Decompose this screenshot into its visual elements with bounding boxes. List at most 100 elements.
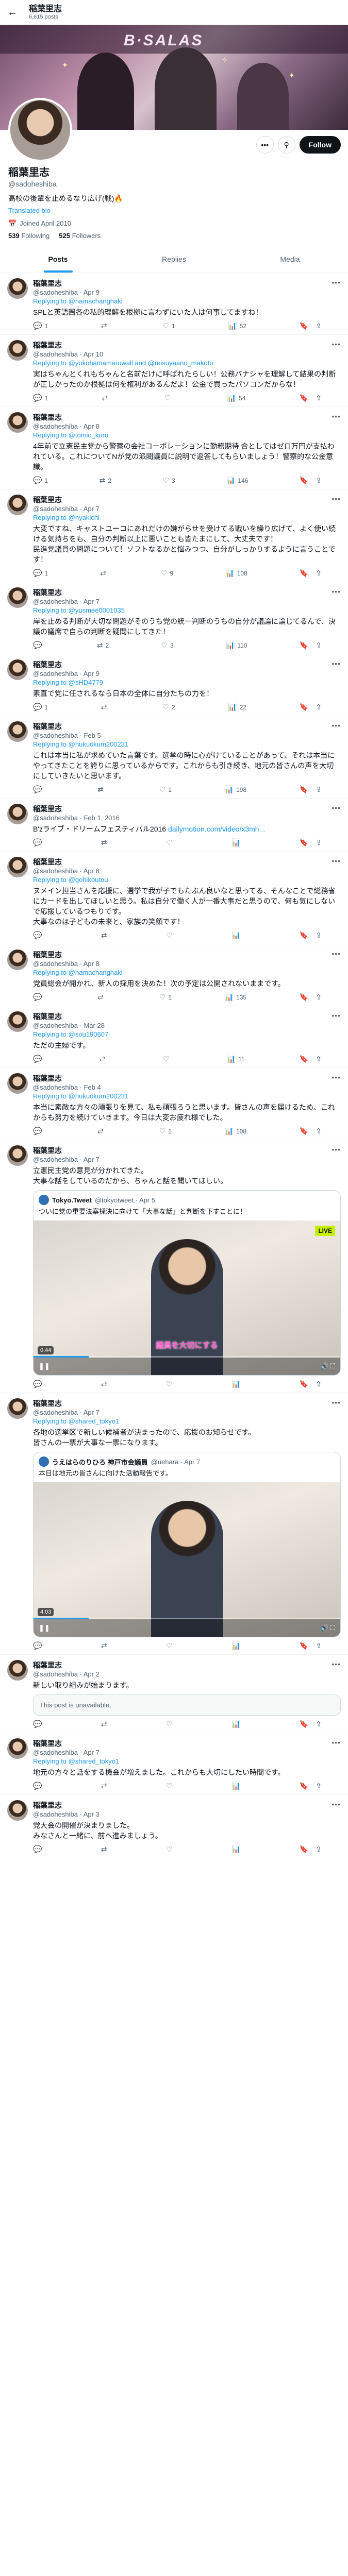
more-icon[interactable]: ••• [332, 1660, 341, 1678]
views-button[interactable]: 📊 [231, 1845, 243, 1854]
tweet[interactable]: 稲葉里志 @sadoheshiba · Apr 7 ••• Replying to @… [0, 489, 348, 582]
tweet[interactable]: 稲葉里志 @sadoheshiba · Apr 3 ••• 党大会の開催が決まりました… [0, 1795, 348, 1858]
share-icon[interactable]: ⇪ [316, 476, 322, 485]
more-icon[interactable]: ••• [332, 1738, 341, 1756]
bookmark-icon[interactable]: 🔖 [300, 394, 308, 402]
tweet-author-name[interactable]: 稲葉里志 [33, 1800, 100, 1810]
tweet[interactable]: 稲葉里志 @sadoheshiba · Apr 9 ••• Replying to @… [0, 273, 348, 335]
bookmark-icon[interactable]: 🔖 [300, 641, 308, 650]
tweet[interactable]: 稲葉里志 @sadoheshiba · Apr 7 ••• Replying to @… [0, 582, 348, 654]
replying-to-handle[interactable]: @hukuokum200231 [69, 740, 129, 748]
bookmark-icon[interactable]: 🔖 [300, 931, 308, 940]
share-icon[interactable]: ⇪ [316, 569, 322, 578]
like-button[interactable]: ♡ [166, 1641, 175, 1650]
tweet-author-name[interactable]: 稲葉里志 [33, 1145, 100, 1156]
avatar[interactable] [7, 412, 28, 433]
views-button[interactable]: 📊 [231, 838, 243, 847]
fullscreen-icon[interactable]: ⛶ [330, 1624, 335, 1632]
tweet[interactable]: 稲葉里志 @sadoheshiba · Apr 7 ••• Replying to @… [0, 1733, 348, 1795]
play-icon[interactable]: ❚❚ [39, 1362, 50, 1370]
retweet-button[interactable]: ⇄ [101, 931, 110, 940]
reply-button[interactable]: 💬 [33, 993, 44, 1002]
share-icon[interactable]: ⇪ [316, 1641, 322, 1650]
bookmark-icon[interactable]: 🔖 [300, 1055, 308, 1063]
like-button[interactable]: ♡ [166, 931, 175, 940]
replying-to-handle[interactable]: @hamachanghaki [69, 969, 123, 976]
replying-to-handle[interactable]: @nyakichi [69, 514, 100, 521]
retweet-button[interactable]: ⇄ 2 [97, 641, 109, 650]
retweet-button[interactable]: ⇄ 2 [100, 476, 111, 485]
search-button[interactable]: ⚲ [277, 136, 295, 154]
tweet[interactable]: 稲葉里志 @sadoheshiba · Apr 8 ••• Replying to @… [0, 944, 348, 1006]
views-button[interactable]: 📊 [231, 1641, 243, 1650]
play-icon[interactable]: ❚❚ [39, 1624, 50, 1632]
share-icon[interactable]: ⇪ [316, 838, 322, 847]
quoted-post[interactable]: Tokyo.Tweet @tokyotweet · Apr 5 ついに党の重要法案採… [33, 1190, 341, 1376]
reply-button[interactable]: 💬 [33, 1845, 44, 1854]
more-icon[interactable]: ••• [332, 495, 341, 513]
reply-button[interactable]: 💬 [33, 1127, 44, 1136]
retweet-button[interactable]: ⇄ [101, 703, 110, 711]
tweet-author-name[interactable]: 稲葉里志 [33, 412, 100, 422]
like-button[interactable]: ♡ [164, 394, 174, 402]
share-icon[interactable]: ⇪ [316, 931, 322, 940]
bookmark-icon[interactable]: 🔖 [300, 993, 308, 1002]
reply-button[interactable]: 💬 [33, 838, 44, 847]
like-button[interactable]: ♡ [166, 1782, 175, 1790]
tweet[interactable]: 稲葉里志 @sadoheshiba · Apr 9 ••• Replying to @… [0, 654, 348, 716]
views-button[interactable]: 📊 [231, 931, 243, 940]
bookmark-icon[interactable]: 🔖 [300, 1380, 308, 1388]
tweet[interactable]: 稲葉里志 @sadoheshiba · Apr 8 ••• Replying to @… [0, 407, 348, 489]
like-button[interactable]: ♡ 3 [162, 476, 175, 485]
tweet-author-name[interactable]: 稲葉里志 [33, 495, 100, 505]
more-icon[interactable]: ••• [332, 412, 341, 430]
avatar[interactable] [7, 721, 28, 742]
following-link[interactable]: 539 Following [8, 232, 49, 240]
share-icon[interactable]: ⇪ [316, 1845, 322, 1854]
more-icon[interactable]: ••• [332, 1398, 341, 1416]
tweet-author-name[interactable]: 稲葉里志 [33, 1660, 100, 1670]
bookmark-icon[interactable]: 🔖 [300, 703, 308, 711]
retweet-button[interactable]: ⇄ [100, 569, 109, 578]
volume-icon[interactable]: 🔊 [320, 1624, 330, 1632]
more-icon[interactable]: ••• [332, 1145, 341, 1163]
video-player[interactable]: 4:03 ❚❚ 🔊 ⛶ [34, 1482, 340, 1637]
share-icon[interactable]: ⇪ [316, 1720, 322, 1728]
replying-to-handle[interactable]: @shared_tokyo1 [69, 1757, 119, 1765]
retweet-button[interactable]: ⇄ [101, 321, 110, 330]
avatar[interactable] [7, 1011, 28, 1032]
share-icon[interactable]: ⇪ [316, 641, 322, 650]
more-icon[interactable]: ••• [332, 950, 341, 968]
retweet-button[interactable]: ⇄ [97, 993, 106, 1002]
views-button[interactable]: 📊 108 [225, 1127, 246, 1136]
share-icon[interactable]: ⇪ [316, 785, 322, 794]
like-button[interactable]: ♡ [166, 838, 175, 847]
bookmark-icon[interactable]: 🔖 [300, 569, 308, 578]
tweet-author-name[interactable]: 稲葉里志 [33, 1073, 101, 1083]
bookmark-icon[interactable]: 🔖 [300, 838, 308, 847]
views-button[interactable]: 📊 110 [226, 641, 247, 650]
replying-to-handle[interactable]: @yusmee0001035 [69, 606, 125, 614]
translate-bio-link[interactable]: Translated bio [8, 207, 340, 214]
tweet[interactable]: 稲葉里志 @sadoheshiba · Mar 28 ••• Replying to … [0, 1006, 348, 1068]
bookmark-icon[interactable]: 🔖 [300, 1641, 308, 1650]
avatar[interactable] [7, 1660, 28, 1681]
avatar[interactable] [7, 804, 28, 824]
views-button[interactable]: 📊 135 [225, 993, 246, 1002]
replying-to-handle[interactable]: @yokohamamaruwall and @reisuyaano_makoto [69, 359, 213, 367]
replying-to-handle[interactable]: @tomio_kuro [69, 431, 109, 439]
more-icon[interactable]: ••• [332, 804, 341, 822]
share-icon[interactable]: ⇪ [316, 1127, 322, 1136]
more-icon[interactable]: ••• [332, 278, 341, 296]
tweet-author-name[interactable]: 稲葉里志 [33, 1738, 100, 1749]
volume-icon[interactable]: 🔊 [320, 1362, 330, 1370]
avatar[interactable] [7, 1398, 28, 1419]
tweet[interactable]: 稲葉里志 @sadoheshiba · Apr 8 ••• Replying to @… [0, 852, 348, 944]
replying-to-handle[interactable]: @hamachanghaki [69, 297, 123, 305]
avatar[interactable] [7, 950, 28, 970]
like-button[interactable]: ♡ [163, 1055, 172, 1063]
reply-button[interactable]: 💬 [33, 931, 44, 940]
retweet-button[interactable]: ⇄ [97, 1127, 106, 1136]
tweet-author-name[interactable]: 稲葉里志 [33, 340, 103, 350]
like-button[interactable]: ♡ [166, 1380, 175, 1388]
